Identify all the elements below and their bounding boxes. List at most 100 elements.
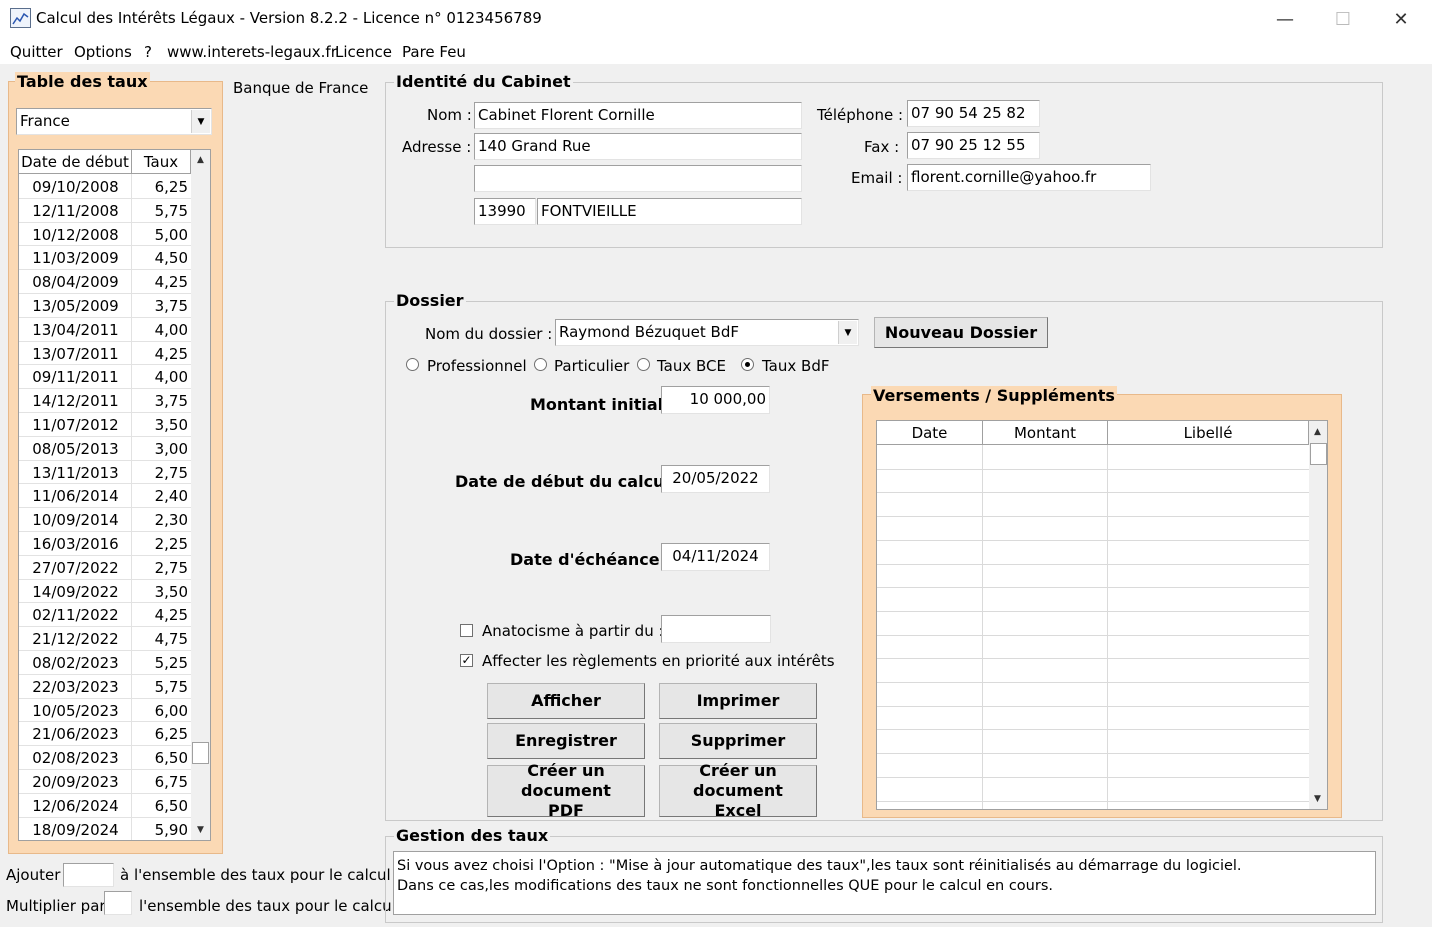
rate-value-cell[interactable]: 2,40 (132, 487, 190, 505)
table-row[interactable]: 10/05/2023 6,00 (19, 699, 191, 723)
close-button[interactable]: ✕ (1372, 0, 1430, 38)
table-row[interactable]: 11/03/2009 4,50 (19, 246, 191, 271)
rate-value-cell[interactable]: 6,50 (132, 749, 190, 767)
rate-date-cell[interactable]: 11/07/2012 (19, 416, 132, 434)
rate-value-cell[interactable]: 4,50 (132, 249, 190, 267)
rate-value-cell[interactable]: 3,75 (132, 297, 190, 315)
email-input[interactable]: florent.cornille@yahoo.fr (907, 164, 1151, 191)
scroll-down-icon[interactable]: ▼ (192, 821, 209, 838)
imprimer-button[interactable]: Imprimer (659, 683, 817, 719)
rate-value-cell[interactable]: 6,75 (132, 773, 190, 791)
table-row[interactable]: 21/06/2023 6,25 (19, 722, 191, 747)
rates-scrollbar[interactable]: ▲ ▼ (191, 150, 210, 840)
rate-date-cell[interactable]: 20/09/2023 (19, 773, 132, 791)
rate-date-cell[interactable]: 02/11/2022 (19, 606, 132, 624)
supprimer-button[interactable]: Supprimer (659, 723, 817, 759)
fax-input[interactable]: 07 90 25 12 55 (907, 132, 1040, 159)
rate-value-cell[interactable]: 5,25 (132, 654, 190, 672)
scroll-thumb[interactable] (1310, 443, 1327, 465)
rate-date-cell[interactable]: 13/07/2011 (19, 345, 132, 363)
rate-value-cell[interactable]: 4,25 (132, 345, 190, 363)
radio-professionnel[interactable] (406, 358, 419, 371)
table-row[interactable]: 08/05/2013 3,00 (19, 437, 191, 461)
table-row[interactable]: 10/12/2008 5,00 (19, 223, 191, 247)
city-input[interactable]: FONTVIEILLE (537, 198, 802, 225)
table-row[interactable]: 11/06/2014 2,40 (19, 484, 191, 509)
date-debut-input[interactable]: 20/05/2022 (661, 465, 770, 493)
rate-value-cell[interactable]: 6,00 (132, 702, 190, 720)
rate-date-cell[interactable]: 21/12/2022 (19, 630, 132, 648)
rate-value-cell[interactable]: 3,00 (132, 440, 190, 458)
rate-value-cell[interactable]: 4,25 (132, 273, 190, 291)
table-row[interactable]: 13/04/2011 4,00 (19, 318, 191, 342)
rate-date-cell[interactable]: 10/12/2008 (19, 226, 132, 244)
table-row[interactable]: 14/09/2022 3,50 (19, 580, 191, 604)
table-row[interactable]: 21/12/2022 4,75 (19, 627, 191, 651)
table-row[interactable]: 27/07/2022 2,75 (19, 556, 191, 580)
rate-date-cell[interactable]: 13/04/2011 (19, 321, 132, 339)
radio-taux-bce[interactable] (637, 358, 650, 371)
dossier-select[interactable]: Raymond Bézuquet BdF ▼ (555, 319, 859, 346)
rate-value-cell[interactable]: 6,25 (132, 725, 190, 743)
table-row[interactable]: 20/09/2023 6,75 (19, 770, 191, 794)
table-row[interactable]: 09/10/2008 6,25 (19, 175, 191, 199)
scroll-up-icon[interactable]: ▲ (1309, 423, 1326, 440)
column-header-date[interactable]: Date de début (19, 150, 132, 174)
table-row[interactable]: 02/11/2022 4,25 (19, 603, 191, 628)
add-rate-input[interactable] (63, 863, 114, 887)
rate-value-cell[interactable]: 4,00 (132, 321, 190, 339)
maximize-button[interactable]: ☐ (1314, 0, 1372, 38)
table-row[interactable]: 11/07/2012 3,50 (19, 413, 191, 437)
rate-date-cell[interactable]: 21/06/2023 (19, 725, 132, 743)
table-row[interactable]: 14/12/2011 3,75 (19, 389, 191, 413)
menu-quitter[interactable]: Quitter (10, 43, 63, 61)
column-header-taux[interactable]: Taux (132, 150, 191, 174)
rate-date-cell[interactable]: 02/08/2023 (19, 749, 132, 767)
rate-date-cell[interactable]: 12/11/2008 (19, 202, 132, 220)
menu-website[interactable]: www.interets-legaux.fr (167, 43, 337, 61)
address-line1-input[interactable]: 140 Grand Rue (474, 133, 802, 160)
rate-date-cell[interactable]: 27/07/2022 (19, 559, 132, 577)
country-select[interactable]: France ▼ (16, 108, 212, 135)
rate-value-cell[interactable]: 3,50 (132, 583, 190, 601)
cabinet-name-input[interactable]: Cabinet Florent Cornille (474, 102, 802, 129)
rate-value-cell[interactable]: 2,30 (132, 511, 190, 529)
rate-value-cell[interactable]: 5,90 (132, 821, 190, 839)
table-row[interactable]: 12/06/2024 6,50 (19, 794, 191, 818)
rate-value-cell[interactable]: 2,75 (132, 464, 190, 482)
chevron-down-icon[interactable]: ▼ (838, 321, 857, 344)
rate-date-cell[interactable]: 11/03/2009 (19, 249, 132, 267)
table-row[interactable]: 13/07/2011 4,25 (19, 342, 191, 366)
rate-value-cell[interactable]: 2,25 (132, 535, 190, 553)
rate-date-cell[interactable]: 10/09/2014 (19, 511, 132, 529)
rate-date-cell[interactable]: 14/12/2011 (19, 392, 132, 410)
table-row[interactable]: 02/08/2023 6,50 (19, 746, 191, 770)
rate-value-cell[interactable]: 2,75 (132, 559, 190, 577)
menu-pare-feu[interactable]: Pare Feu (402, 43, 466, 61)
rate-date-cell[interactable]: 13/05/2009 (19, 297, 132, 315)
echeance-input[interactable]: 04/11/2024 (661, 543, 770, 571)
menu-help[interactable]: ? (144, 43, 152, 61)
rate-value-cell[interactable]: 6,50 (132, 797, 190, 815)
menu-licence[interactable]: Licence (335, 43, 392, 61)
table-row[interactable]: 13/11/2013 2,75 (19, 461, 191, 485)
scroll-thumb[interactable] (192, 742, 209, 764)
address-line2-input[interactable] (474, 165, 802, 192)
rate-value-cell[interactable]: 4,25 (132, 606, 190, 624)
table-row[interactable]: 18/09/2024 5,90 (19, 818, 191, 840)
radio-particulier[interactable] (534, 358, 547, 371)
rate-date-cell[interactable]: 18/09/2024 (19, 821, 132, 839)
rate-date-cell[interactable]: 11/06/2014 (19, 487, 132, 505)
rate-value-cell[interactable]: 5,00 (132, 226, 190, 244)
anatocisme-date-input[interactable] (661, 615, 771, 643)
column-header-montant[interactable]: Montant (983, 421, 1108, 445)
rate-date-cell[interactable]: 09/11/2011 (19, 368, 132, 386)
table-row[interactable]: 08/02/2023 5,25 (19, 651, 191, 675)
rate-value-cell[interactable]: 5,75 (132, 678, 190, 696)
telephone-input[interactable]: 07 90 54 25 82 (907, 100, 1040, 127)
scroll-up-icon[interactable]: ▲ (192, 151, 209, 168)
afficher-button[interactable]: Afficher (487, 683, 645, 719)
rate-date-cell[interactable]: 10/05/2023 (19, 702, 132, 720)
rate-value-cell[interactable]: 3,50 (132, 416, 190, 434)
radio-taux-bdf[interactable] (741, 358, 754, 371)
